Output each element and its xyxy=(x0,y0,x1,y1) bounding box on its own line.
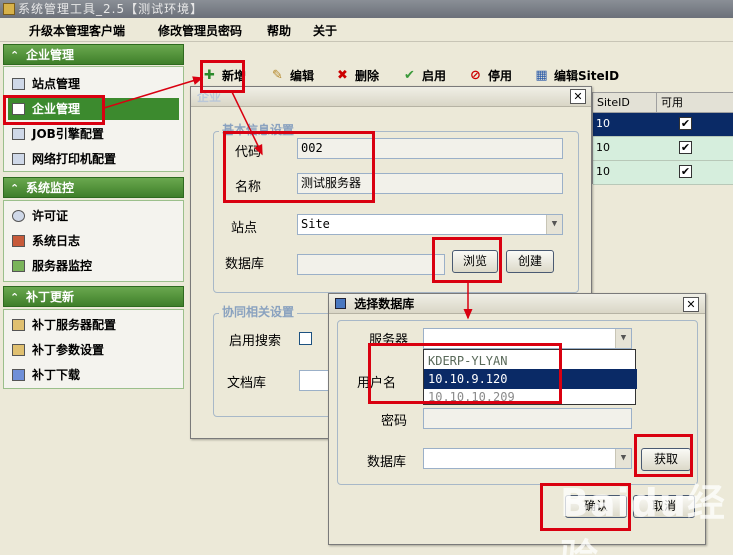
arrow-to-new xyxy=(103,76,204,109)
watermark: Baidu经验 xyxy=(560,481,726,555)
arrow-to-code xyxy=(231,91,263,156)
